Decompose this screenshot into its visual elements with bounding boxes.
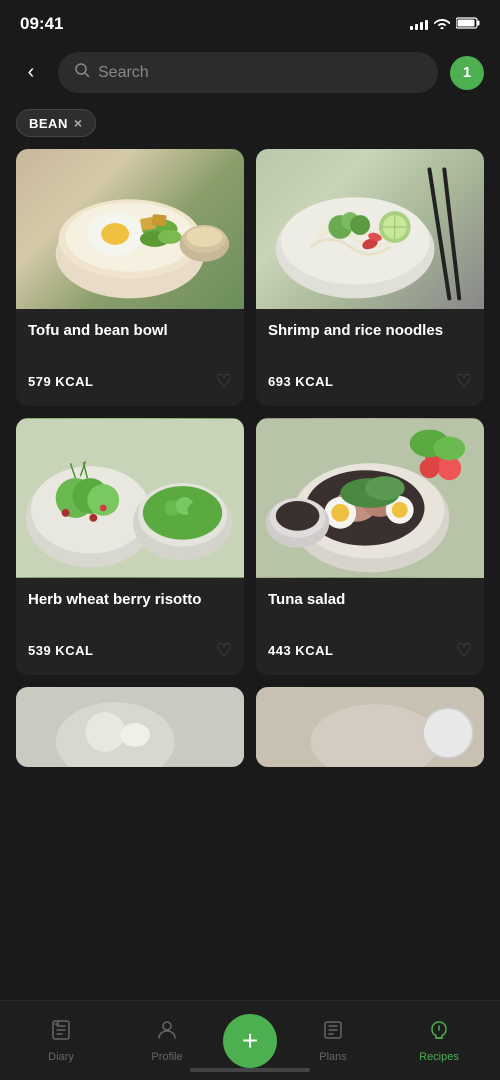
recipe-card-tofu-bean-bowl[interactable]: Tofu and bean bowl 579 KCAL ♡: [16, 149, 244, 406]
recipe-kcal-tuna: 443 KCAL: [268, 643, 333, 658]
recipe-info-herb: Herb wheat berry risotto 539 KCAL ♡: [16, 578, 244, 675]
tag-label: BEAN: [29, 116, 68, 131]
recipe-meta-herb: 539 KCAL ♡: [28, 640, 232, 661]
recipe-kcal-herb: 539 KCAL: [28, 643, 93, 658]
search-placeholder: Search: [98, 64, 422, 82]
tag-remove-icon[interactable]: ×: [74, 115, 83, 131]
filter-tag-bean[interactable]: BEAN ×: [16, 109, 96, 137]
back-button[interactable]: ‹: [16, 58, 46, 88]
profile-icon: [156, 1019, 178, 1047]
recipe-info-tuna: Tuna salad 443 KCAL ♡: [256, 578, 484, 675]
nav-item-diary[interactable]: Diary: [8, 1011, 114, 1071]
partial-card-left[interactable]: [16, 687, 244, 767]
favorite-icon-herb[interactable]: ♡: [216, 640, 232, 661]
partial-card-right[interactable]: [256, 687, 484, 767]
recipe-card-tuna-salad[interactable]: Tuna salad 443 KCAL ♡: [256, 418, 484, 675]
filter-tags-container: BEAN ×: [0, 101, 500, 149]
recipe-meta-shrimp: 693 KCAL ♡: [268, 371, 472, 392]
wifi-icon: [434, 17, 450, 32]
nav-fab: +: [220, 1014, 280, 1068]
home-indicator: [190, 1068, 310, 1072]
nav-item-profile[interactable]: Profile: [114, 1011, 220, 1071]
recipes-label: Recipes: [419, 1051, 459, 1063]
recipe-image-tofu: [16, 149, 244, 309]
recipe-meta-tuna: 443 KCAL ♡: [268, 640, 472, 661]
recipe-image-shrimp: [256, 149, 484, 309]
recipe-kcal-shrimp: 693 KCAL: [268, 374, 333, 389]
recipe-info-tofu: Tofu and bean bowl 579 KCAL ♡: [16, 309, 244, 406]
recipes-icon: [428, 1019, 450, 1047]
favorite-icon-tuna[interactable]: ♡: [456, 640, 472, 661]
diary-icon: [50, 1019, 72, 1047]
recipe-info-shrimp: Shrimp and rice noodles 693 KCAL ♡: [256, 309, 484, 406]
recipe-kcal-tofu: 579 KCAL: [28, 374, 93, 389]
recipe-name-tuna: Tuna salad: [268, 590, 472, 630]
favorite-icon-tofu[interactable]: ♡: [216, 371, 232, 392]
recipe-name-shrimp: Shrimp and rice noodles: [268, 321, 472, 361]
plans-icon: [322, 1019, 344, 1047]
filter-count-badge[interactable]: 1: [450, 56, 484, 90]
recipe-name-tofu: Tofu and bean bowl: [28, 321, 232, 361]
plans-label: Plans: [319, 1051, 347, 1063]
status-time: 09:41: [20, 14, 63, 34]
recipe-card-herb-wheat-berry-risotto[interactable]: Herb wheat berry risotto 539 KCAL ♡: [16, 418, 244, 675]
battery-icon: [456, 17, 480, 32]
partial-row: [0, 687, 500, 767]
profile-label: Profile: [151, 1051, 182, 1063]
diary-label: Diary: [48, 1051, 74, 1063]
search-bar[interactable]: Search: [58, 52, 438, 93]
nav-item-plans[interactable]: Plans: [280, 1011, 386, 1071]
recipe-grid: Tofu and bean bowl 579 KCAL ♡: [0, 149, 500, 675]
recipe-meta-tofu: 579 KCAL ♡: [28, 371, 232, 392]
floating-circle: [422, 707, 474, 759]
recipe-name-herb: Herb wheat berry risotto: [28, 590, 232, 630]
recipe-image-tuna: [256, 418, 484, 578]
recipe-card-shrimp-rice-noodles[interactable]: Shrimp and rice noodles 693 KCAL ♡: [256, 149, 484, 406]
signal-icon: [410, 18, 428, 30]
status-bar: 09:41: [0, 0, 500, 44]
recipe-image-herb: [16, 418, 244, 578]
favorite-icon-shrimp[interactable]: ♡: [456, 371, 472, 392]
header: ‹ Search 1: [0, 44, 500, 101]
nav-item-recipes[interactable]: Recipes: [386, 1011, 492, 1071]
fab-button[interactable]: +: [223, 1014, 277, 1068]
status-icons: [410, 17, 480, 32]
search-icon: [74, 62, 90, 83]
